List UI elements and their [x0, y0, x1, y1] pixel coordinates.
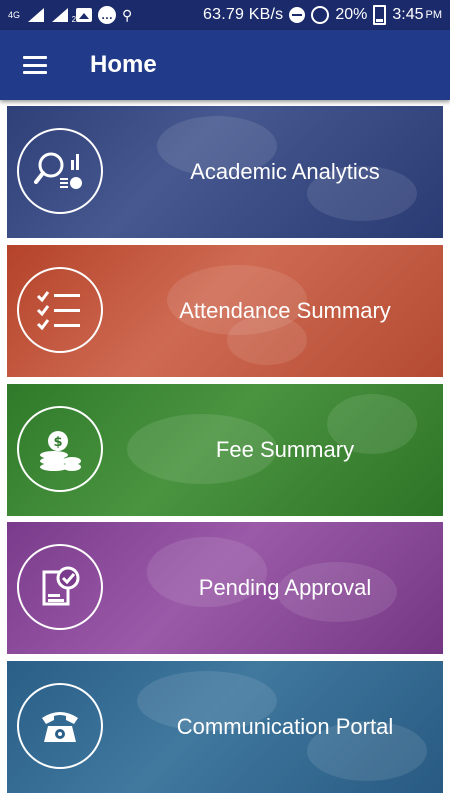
network-speed: 63.79 KB/s [203, 6, 284, 23]
approval-document-icon [17, 544, 103, 630]
fee-summary-card[interactable]: $ Fee Summary [7, 384, 443, 516]
clock-time: 3:45 [392, 6, 424, 23]
status-bar: 4G 2 … ⚲ 63.79 KB/s 20% 3:45 PM [0, 0, 450, 30]
usb-icon: ⚲ [122, 6, 133, 23]
signal-sim2-icon: 2 [52, 8, 76, 24]
card-label: Pending Approval [198, 575, 372, 600]
card-label: Communication Portal [176, 714, 394, 739]
clock-ampm: PM [425, 9, 443, 21]
svg-text:$: $ [53, 435, 62, 450]
card-label: Academic Analytics [190, 159, 380, 184]
status-right: 63.79 KB/s 20% 3:45 PM [203, 5, 450, 25]
page-title: Home [90, 51, 157, 78]
analytics-search-icon [17, 128, 103, 214]
battery-percent: 20% [335, 6, 368, 23]
network-type: 4G [8, 9, 21, 20]
coins-icon: $ [17, 406, 103, 492]
gallery-icon [76, 8, 93, 22]
checklist-icon [17, 267, 103, 353]
card-label: Attendance Summary [179, 298, 391, 323]
academic-analytics-card[interactable]: Academic Analytics [7, 106, 443, 238]
alarm-icon [311, 6, 330, 24]
app-bar: Home [0, 30, 450, 100]
battery-icon [373, 5, 387, 25]
hamburger-menu-icon[interactable] [23, 56, 47, 74]
telephone-icon [17, 683, 103, 769]
attendance-summary-card[interactable]: Attendance Summary [7, 245, 443, 377]
chat-icon: … [98, 6, 117, 24]
pending-approval-card[interactable]: Pending Approval [7, 522, 443, 654]
do-not-disturb-icon [289, 7, 306, 23]
signal-icon [28, 8, 46, 22]
status-left: 4G 2 … ⚲ [0, 6, 132, 24]
communication-portal-card[interactable]: Communication Portal [7, 661, 443, 793]
card-label: Fee Summary [215, 437, 355, 462]
